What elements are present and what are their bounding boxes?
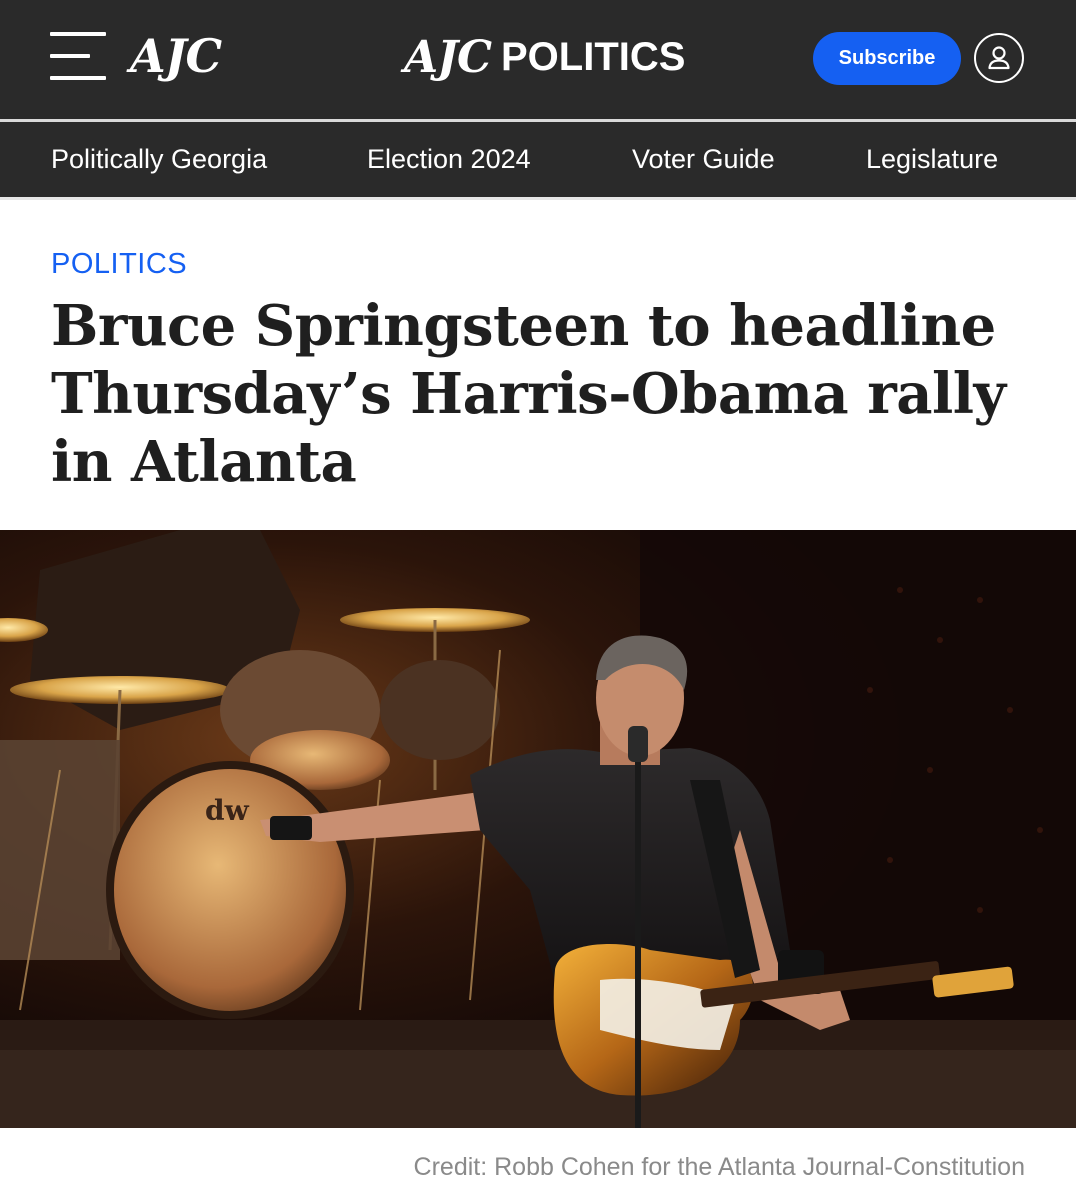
top-header: AJC AJC POLITICS Subscribe (0, 0, 1076, 119)
person-icon (988, 46, 1010, 70)
article-photo: dw (0, 530, 1076, 1128)
ajc-logo[interactable]: AJC (130, 28, 222, 84)
svg-text:dw: dw (205, 794, 250, 827)
article-kicker[interactable]: POLITICS (51, 244, 187, 284)
nav-item-politically-georgia[interactable]: Politically Georgia (51, 122, 267, 197)
logo-section-name: POLITICS (500, 34, 686, 79)
article-headline: Bruce Springsteen to headline Thursday’s… (51, 293, 1006, 495)
concert-photo-illustration: dw (0, 530, 1076, 1128)
nav-item-voter-guide[interactable]: Voter Guide (632, 122, 775, 197)
logo-mark: AJC (404, 31, 492, 83)
ajc-politics-logo[interactable]: AJC POLITICS (404, 30, 685, 84)
hamburger-menu-icon[interactable] (50, 32, 106, 82)
photo-credit: Credit: Robb Cohen for the Atlanta Journ… (413, 1153, 1025, 1181)
nav-divider (0, 197, 1076, 200)
section-nav: Politically Georgia Election 2024 Voter … (0, 122, 1076, 197)
nav-item-legislature[interactable]: Legislature (866, 122, 998, 197)
user-account-icon[interactable] (974, 33, 1024, 83)
nav-item-election-2024[interactable]: Election 2024 (367, 122, 531, 197)
subscribe-button[interactable]: Subscribe (813, 32, 961, 85)
